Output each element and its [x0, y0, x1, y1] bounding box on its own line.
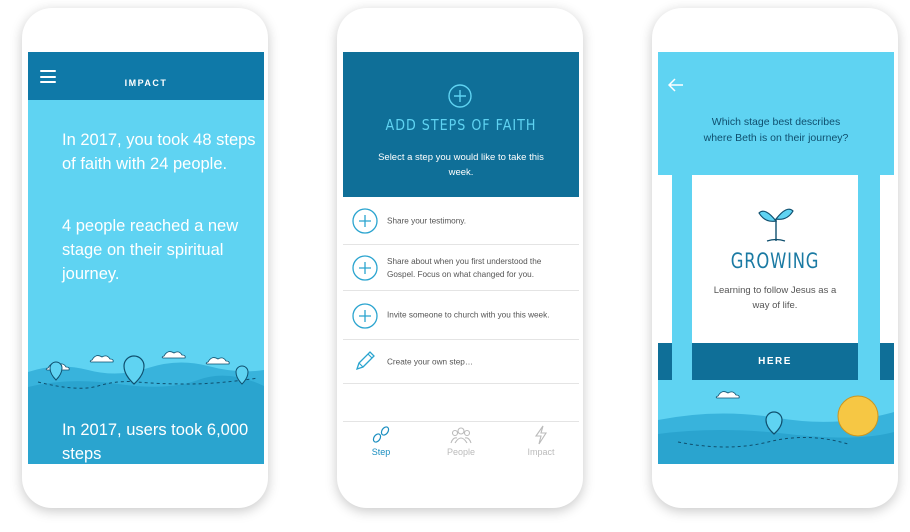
step-label: Share about when you first understood th…: [387, 256, 542, 279]
add-steps-title: ADD STEPS OF FAITH: [385, 116, 537, 134]
tab-label: Impact: [527, 447, 555, 457]
phone-impact: IMPACT In 2017, you took 48 steps of fai…: [22, 8, 268, 508]
stage-select-screen: Which stage best describes where Beth is…: [658, 52, 894, 464]
impact-users-text: In 2017, users took 6,000 steps: [62, 421, 249, 463]
people-icon: [450, 427, 472, 444]
next-card-peek[interactable]: [880, 175, 894, 380]
tab-people[interactable]: People: [431, 425, 491, 457]
tab-bar: Step People Impact: [343, 421, 579, 465]
stage-card: GROWING Learning to follow Jesus as a wa…: [692, 175, 858, 380]
tab-step[interactable]: Step: [351, 425, 411, 457]
plus-circle-icon: [352, 255, 378, 281]
add-steps-subtitle: Select a step you would like to take thi…: [378, 152, 544, 178]
previous-card-peek[interactable]: [658, 175, 672, 380]
stage-description: Learning to follow Jesus as a way of lif…: [713, 285, 837, 311]
phone-stage-select: Which stage best describes where Beth is…: [652, 8, 898, 508]
top-bar: IMPACT: [28, 52, 264, 100]
footsteps-icon: [372, 426, 390, 443]
lightning-icon: [534, 425, 548, 445]
step-label: Create your own step…: [387, 357, 474, 366]
tab-label: People: [446, 447, 476, 457]
step-label: Invite someone to church with you this w…: [387, 310, 550, 320]
step-option[interactable]: Invite someone to church with you this w…: [343, 291, 579, 340]
pencil-icon: [355, 351, 375, 371]
step-label: Share your testimony.: [387, 216, 467, 226]
add-steps-screen: ADD STEPS OF FAITH Select a step you wou…: [343, 52, 579, 465]
here-button[interactable]: HERE: [692, 343, 858, 380]
impact-screen: IMPACT In 2017, you took 48 steps of fai…: [28, 52, 264, 464]
add-steps-header: ADD STEPS OF FAITH Select a step you wou…: [343, 52, 579, 197]
tab-label: Step: [371, 447, 391, 457]
journey-landscape-illustration: [658, 391, 894, 464]
back-arrow-icon[interactable]: [668, 78, 684, 92]
step-list: Share your testimony. Share about when y…: [343, 198, 579, 384]
page-title: IMPACT: [124, 78, 168, 88]
sprout-icon: [758, 208, 794, 242]
tab-impact[interactable]: Impact: [511, 425, 571, 457]
impact-steps-text: In 2017, you took 48 steps of faith with…: [62, 131, 256, 173]
step-option[interactable]: Share your testimony.: [343, 198, 579, 245]
impact-people-text: 4 people reached a new stage on their sp…: [62, 217, 239, 283]
phone-add-steps: ADD STEPS OF FAITH Select a step you wou…: [337, 8, 583, 508]
create-own-step[interactable]: Create your own step…: [343, 340, 579, 384]
plus-circle-icon[interactable]: [448, 84, 472, 108]
plus-circle-icon: [352, 303, 378, 329]
stage-title: GROWING: [730, 249, 820, 273]
step-option[interactable]: Share about when you first understood th…: [343, 245, 579, 291]
stage-question: Which stage best describes where Beth is…: [703, 116, 849, 144]
plus-circle-icon: [352, 208, 378, 234]
